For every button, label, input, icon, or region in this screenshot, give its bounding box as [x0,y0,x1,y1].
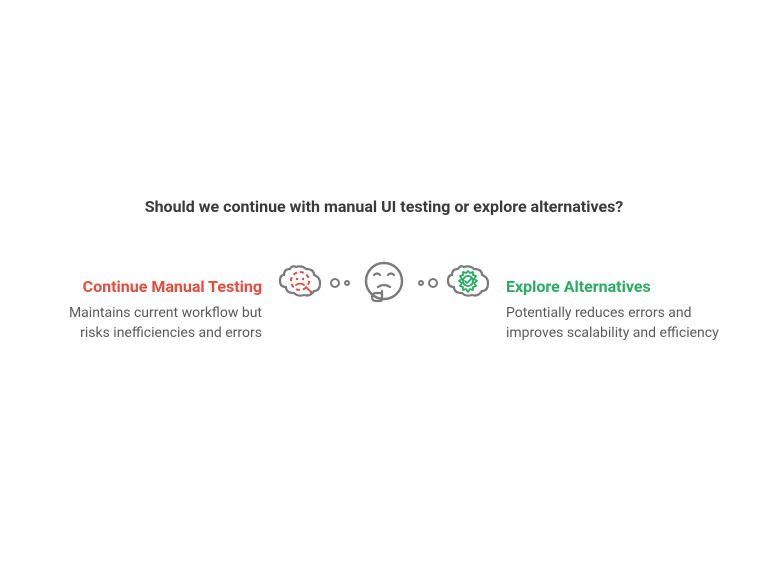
right-option-title: Explore Alternatives [506,277,723,296]
left-option-title: Continue Manual Testing [45,277,262,296]
right-option: Explore Alternatives Potentially reduces… [498,255,723,343]
thinking-face-icon [356,255,412,311]
left-thought-bubble-icon [276,259,324,307]
options-row: Continue Manual Testing Maintains curren… [0,255,768,343]
left-dots-icon [330,278,350,288]
left-option: Continue Manual Testing Maintains curren… [45,255,270,343]
right-thought-bubble-icon [444,259,492,307]
left-option-desc: Maintains current workflow but risks ine… [45,304,262,343]
question-heading: Should we continue with manual UI testin… [0,196,768,218]
icon-strip [270,255,498,311]
right-option-desc: Potentially reduces errors and improves … [506,304,723,343]
right-dots-icon [418,278,438,288]
